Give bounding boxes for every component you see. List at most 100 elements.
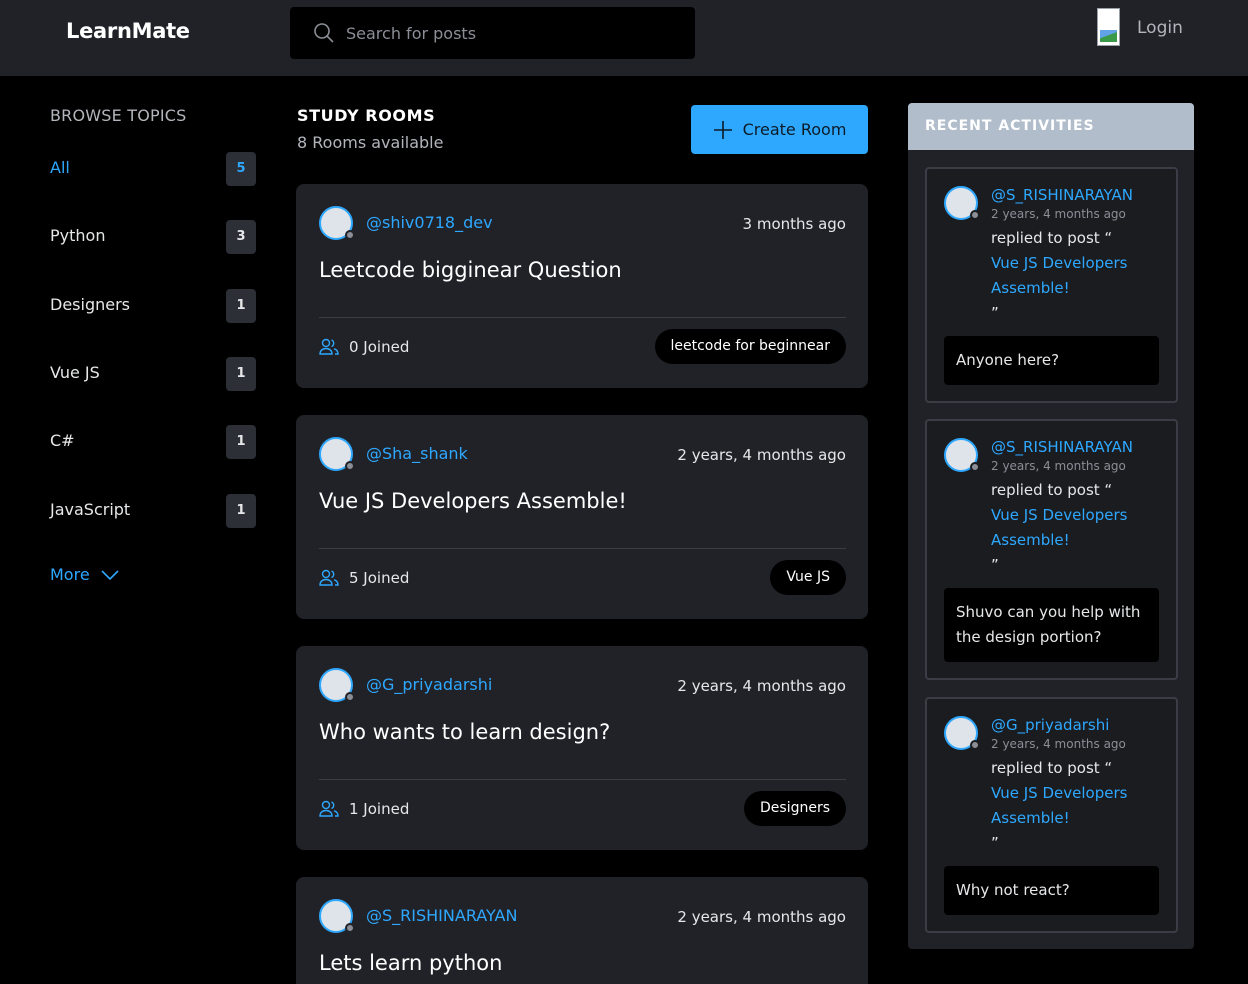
divider xyxy=(319,779,846,780)
topic-count-badge: 1 xyxy=(226,494,256,528)
room-topic-tag[interactable]: Vue JS xyxy=(770,560,846,595)
avatar[interactable] xyxy=(319,668,355,702)
activity-text: replied to post “ Vue JS Developers Asse… xyxy=(991,756,1171,856)
room-card[interactable]: @S_RISHINARAYAN 2 years, 4 months ago Le… xyxy=(296,877,868,984)
room-card[interactable]: @Sha_shank 2 years, 4 months ago Vue JS … xyxy=(296,415,868,619)
divider xyxy=(319,317,846,318)
room-joined: 0 Joined xyxy=(319,338,409,356)
room-time: 2 years, 4 months ago xyxy=(677,677,846,695)
joined-count: 0 Joined xyxy=(349,338,410,356)
topic-item-python[interactable]: Python 3 xyxy=(50,220,256,256)
room-joined: 5 Joined xyxy=(319,569,409,587)
status-dot xyxy=(345,461,355,471)
room-card[interactable]: @shiv0718_dev 3 months ago Leetcode bigg… xyxy=(296,184,868,388)
study-rooms-heading: STUDY ROOMS xyxy=(297,106,436,125)
topic-count-badge: 1 xyxy=(226,425,256,459)
recent-activities-heading: RECENT ACTIVITIES xyxy=(908,103,1194,150)
activity-action: replied to post “ xyxy=(991,759,1113,777)
activity-time: 2 years, 4 months ago xyxy=(991,737,1126,751)
activity-post-link[interactable]: Vue JS Developers Assemble! xyxy=(991,781,1171,831)
broken-image-icon xyxy=(1097,8,1120,46)
activity-time: 2 years, 4 months ago xyxy=(991,459,1126,473)
activity-card: @S_RISHINARAYAN 2 years, 4 months ago re… xyxy=(925,167,1178,403)
activity-card: @G_priyadarshi 2 years, 4 months ago rep… xyxy=(925,697,1178,933)
room-title-link[interactable]: Leetcode bigginear Question xyxy=(319,258,622,282)
status-dot xyxy=(345,692,355,702)
chevron-down-icon xyxy=(101,569,119,580)
avatar[interactable] xyxy=(319,206,355,240)
status-dot xyxy=(970,740,980,750)
avatar[interactable] xyxy=(944,438,980,472)
login-link[interactable]: Login xyxy=(1137,18,1183,38)
topic-item-all[interactable]: All 5 xyxy=(50,152,256,188)
topic-item-designers[interactable]: Designers 1 xyxy=(50,289,256,325)
activity-text: replied to post “ Vue JS Developers Asse… xyxy=(991,226,1171,326)
activity-action: replied to post “ xyxy=(991,481,1113,499)
activity-user-link[interactable]: @S_RISHINARAYAN xyxy=(991,186,1133,204)
topic-label: Python xyxy=(50,226,106,245)
activity-action: replied to post “ xyxy=(991,229,1113,247)
activity-post-link[interactable]: Vue JS Developers Assemble! xyxy=(991,503,1171,553)
avatar[interactable] xyxy=(319,437,355,471)
activity-post-link[interactable]: Vue JS Developers Assemble! xyxy=(991,251,1171,301)
activity-message: Anyone here? xyxy=(944,336,1159,385)
room-topic-tag[interactable]: Designers xyxy=(744,791,846,826)
avatar[interactable] xyxy=(944,186,980,220)
top-navbar: LearnMate Login xyxy=(0,0,1248,76)
activity-message: Why not react? xyxy=(944,866,1159,915)
recent-activities-panel: RECENT ACTIVITIES @S_RISHINARAYAN 2 year… xyxy=(908,103,1194,949)
room-host-link[interactable]: @Sha_shank xyxy=(366,444,468,463)
topic-label: Designers xyxy=(50,295,130,314)
create-room-label: Create Room xyxy=(742,120,847,139)
more-label: More xyxy=(50,565,90,584)
room-card[interactable]: @G_priyadarshi 2 years, 4 months ago Who… xyxy=(296,646,868,850)
room-time: 2 years, 4 months ago xyxy=(677,908,846,926)
more-topics-link[interactable]: More xyxy=(50,565,120,584)
search-input[interactable] xyxy=(346,20,676,46)
room-joined: 1 Joined xyxy=(319,800,409,818)
search-bar[interactable] xyxy=(290,7,695,59)
room-topic-tag[interactable]: leetcode for beginnear xyxy=(654,329,846,364)
users-icon xyxy=(319,569,339,586)
topic-item-csharp[interactable]: C# 1 xyxy=(50,425,256,461)
status-dot xyxy=(970,462,980,472)
topic-item-javascript[interactable]: JavaScript 1 xyxy=(50,494,256,530)
users-icon xyxy=(319,338,339,355)
status-dot xyxy=(970,210,980,220)
topic-label: C# xyxy=(50,431,75,450)
create-room-button[interactable]: Create Room xyxy=(691,105,868,154)
room-host-link[interactable]: @G_priyadarshi xyxy=(366,675,492,694)
activity-text: replied to post “ Vue JS Developers Asse… xyxy=(991,478,1171,578)
avatar[interactable] xyxy=(319,899,355,933)
room-title-link[interactable]: Who wants to learn design? xyxy=(319,720,610,744)
activity-user-link[interactable]: @S_RISHINARAYAN xyxy=(991,438,1133,456)
plus-icon xyxy=(713,120,732,139)
status-dot xyxy=(345,923,355,933)
room-title-link[interactable]: Vue JS Developers Assemble! xyxy=(319,489,627,513)
status-dot xyxy=(345,230,355,240)
topic-label: Vue JS xyxy=(50,363,100,382)
room-host-link[interactable]: @shiv0718_dev xyxy=(366,213,493,232)
activity-user-link[interactable]: @G_priyadarshi xyxy=(991,716,1109,734)
rooms-count: 8 Rooms available xyxy=(297,133,444,152)
avatar[interactable] xyxy=(944,716,980,750)
room-time: 3 months ago xyxy=(742,215,846,233)
room-title-link[interactable]: Lets learn python xyxy=(319,951,502,975)
activity-message: Shuvo can you help with the design porti… xyxy=(944,588,1159,662)
topic-label: All xyxy=(50,158,70,177)
activity-time: 2 years, 4 months ago xyxy=(991,207,1126,221)
activity-close-quote: ” xyxy=(991,834,999,852)
topic-count-badge: 3 xyxy=(226,220,256,254)
browse-topics-heading: BROWSE TOPICS xyxy=(50,106,187,125)
divider xyxy=(319,548,846,549)
topic-label: JavaScript xyxy=(50,500,131,519)
activity-close-quote: ” xyxy=(991,556,999,574)
app-logo[interactable]: LearnMate xyxy=(66,19,190,43)
topic-item-vue-js[interactable]: Vue JS 1 xyxy=(50,357,256,393)
room-host-link[interactable]: @S_RISHINARAYAN xyxy=(366,906,517,925)
activity-card: @S_RISHINARAYAN 2 years, 4 months ago re… xyxy=(925,419,1178,680)
joined-count: 5 Joined xyxy=(349,569,410,587)
topic-count-badge: 1 xyxy=(226,357,256,391)
search-icon xyxy=(314,23,334,43)
login-area[interactable]: Login xyxy=(1097,8,1183,46)
